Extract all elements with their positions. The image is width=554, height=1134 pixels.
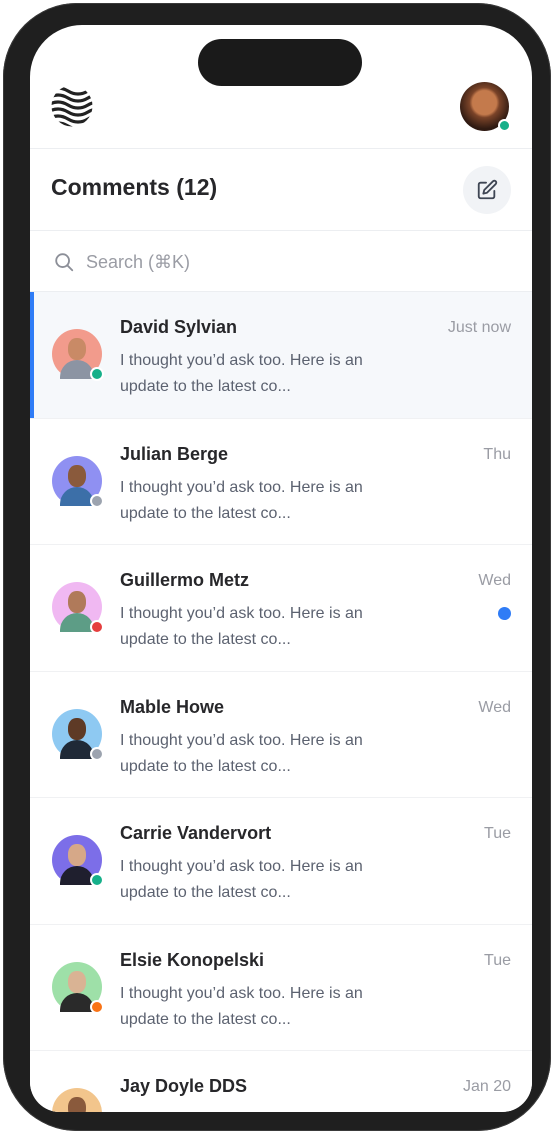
comment-preview: I thought you’d ask too. Here is an upda… (120, 605, 363, 648)
user-online-indicator (498, 119, 511, 132)
comment-item[interactable]: Jay Doyle DDS Jan 20 I thought you’d ask t… (30, 1051, 532, 1112)
comment-list: David Sylvian Just now I thought you’d ask… (30, 292, 532, 1112)
avatar-face (68, 844, 86, 866)
compose-button[interactable] (463, 166, 511, 214)
comment-time: Wed (478, 698, 511, 716)
avatar (52, 582, 104, 634)
presence-indicator (90, 746, 104, 761)
avatar (52, 708, 104, 761)
search-icon (55, 253, 74, 272)
avatar-body (60, 613, 94, 632)
commenter-name: Carrie Vandervort (120, 823, 272, 843)
avatar-face (68, 338, 86, 360)
avatar-body (60, 866, 94, 885)
presence-indicator (90, 367, 104, 381)
comment-item[interactable]: Guillermo Metz Wed I thought you’d ask too… (30, 545, 532, 672)
comment-preview: I thought you’d ask too. Here is an upda… (120, 1107, 400, 1112)
comment-time: Tue (484, 825, 511, 842)
comment-preview: I thought you’d ask too. Here is an upda… (120, 984, 363, 1028)
app-screen: Comments (12) David Sylvian Just now I tho… (30, 25, 532, 1112)
comment-preview: I thought you’d ask too. Here is an upda… (120, 858, 363, 901)
commenter-name: Jay Doyle DDS (120, 1076, 248, 1096)
phone-frame: Comments (12) David Sylvian Just now I tho… (3, 3, 551, 1131)
presence-indicator (90, 999, 104, 1014)
commenter-name: Julian Berge (120, 443, 229, 464)
dynamic-island (198, 39, 362, 86)
avatar (52, 961, 104, 1014)
commenter-name: Guillermo Metz (120, 570, 250, 590)
comment-preview: I thought you’d ask too. Here is an upda… (120, 352, 363, 395)
waves-logo-icon[interactable] (50, 85, 94, 127)
avatar-body (60, 486, 94, 506)
unread-indicator (498, 607, 511, 620)
avatar (52, 1088, 102, 1112)
avatar-face (68, 970, 86, 993)
comment-time: Tue (484, 951, 511, 969)
page-title: Comments (12) (51, 174, 218, 200)
search-input[interactable] (86, 245, 506, 279)
presence-indicator (90, 873, 104, 887)
user-avatar[interactable] (460, 82, 511, 132)
avatar (52, 835, 104, 887)
avatar-body (60, 739, 94, 759)
comment-preview: I thought you’d ask too. Here is an upda… (120, 478, 363, 522)
comment-item[interactable]: Carrie Vandervort Tue I thought you’d ask … (30, 798, 532, 925)
commenter-name: Elsie Konopelski (120, 949, 265, 970)
avatar-body (60, 992, 94, 1012)
avatar-face (68, 591, 86, 613)
comment-item[interactable]: Mable Howe Wed I thought you’d ask too. He… (30, 671, 532, 798)
avatar-body (60, 360, 94, 379)
edit-icon (477, 179, 498, 200)
comment-preview: I thought you’d ask too. Here is an upda… (120, 731, 363, 775)
comment-item[interactable]: Elsie Konopelski Tue I thought you’d ask t… (30, 924, 532, 1051)
comment-item[interactable]: Julian Berge Thu I thought you’d ask too. … (30, 418, 532, 545)
avatar-face (68, 464, 86, 487)
comment-item[interactable]: David Sylvian Just now I thought you’d ask… (30, 292, 532, 419)
avatar (52, 329, 104, 381)
avatar-face (68, 1097, 86, 1112)
comment-time: Thu (483, 445, 511, 463)
presence-indicator (90, 493, 104, 508)
comments-header: Comments (12) (30, 150, 532, 231)
commenter-name: Mable Howe (120, 696, 225, 717)
comment-time: Just now (447, 319, 511, 336)
avatar-face (68, 717, 86, 740)
presence-indicator (90, 620, 104, 634)
comment-time: Jan 20 (462, 1078, 511, 1095)
search-bar (30, 232, 532, 292)
comment-time: Wed (478, 572, 511, 589)
commenter-name: David Sylvian (120, 317, 238, 337)
avatar (52, 455, 104, 508)
